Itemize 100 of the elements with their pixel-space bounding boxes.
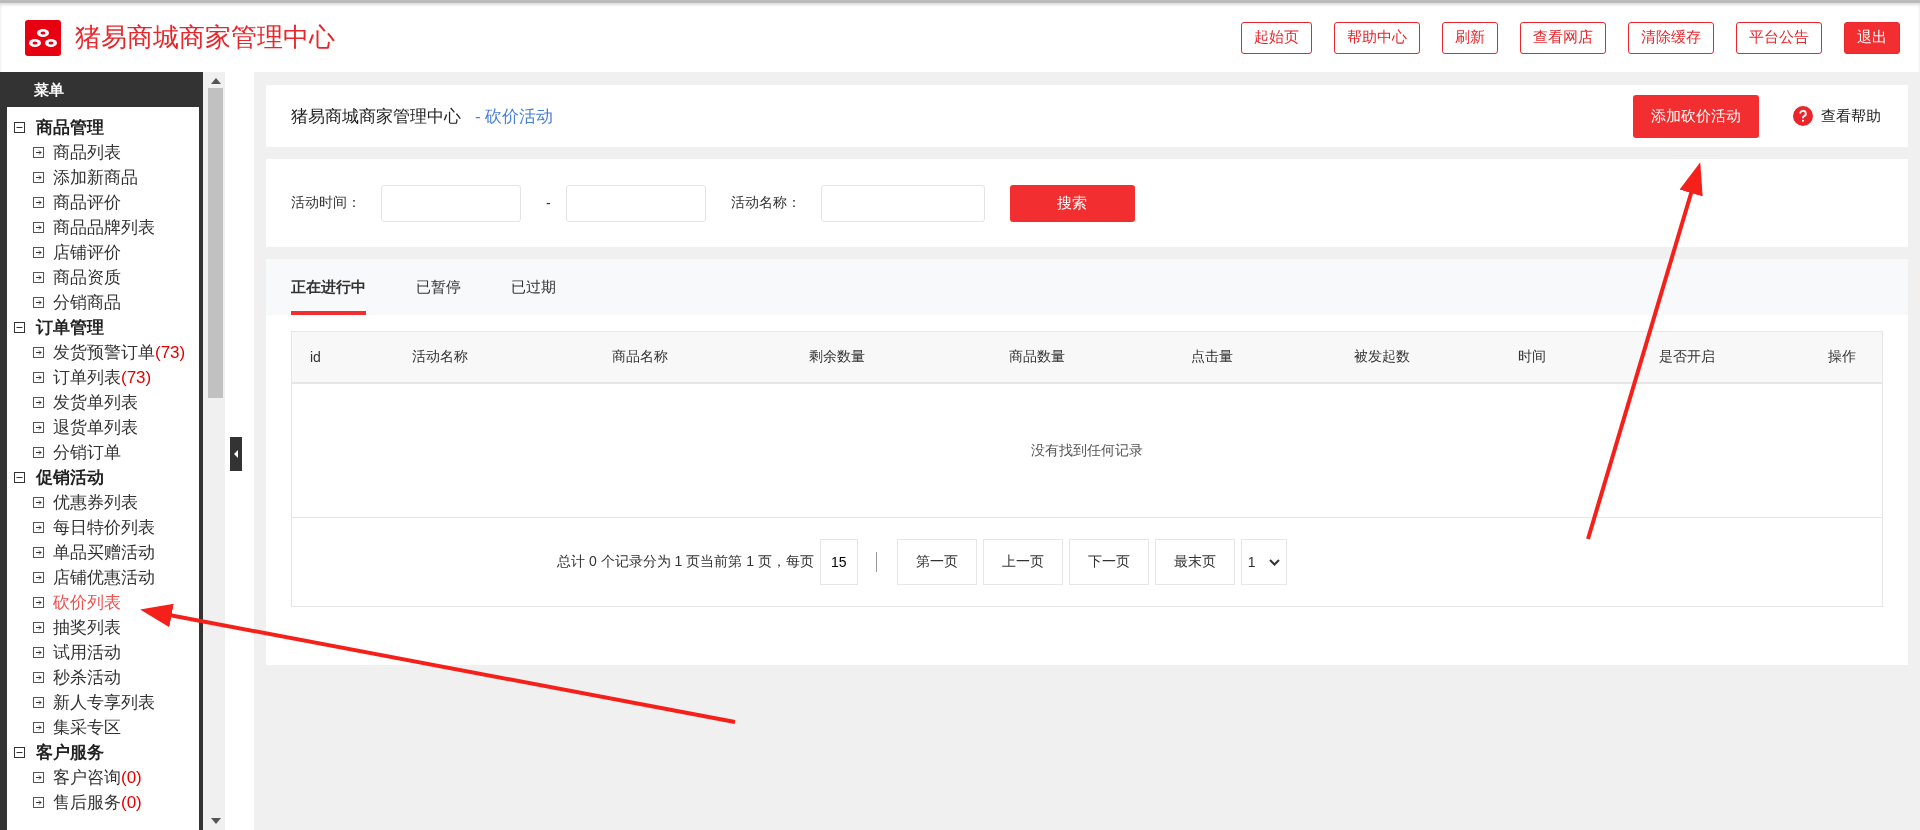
logo-icon [25,19,61,56]
menu-item[interactable]: 售后服务 [53,791,121,814]
start-date-field[interactable] [381,184,521,222]
end-date-field[interactable] [565,184,706,222]
column-header: 点击量 [1190,348,1234,366]
menu-item[interactable]: 订单列表 [53,366,121,389]
item-icon [33,672,44,683]
item-icon [33,522,44,533]
tab[interactable]: 已过期 [511,259,556,315]
header-button[interactable]: 起始页 [1241,21,1312,54]
column-header: 时间 [1517,348,1547,366]
item-icon [33,722,44,733]
menu-item[interactable]: 客户咨询 [53,766,121,789]
help-link[interactable]: 查看帮助 [1821,106,1881,126]
help-icon[interactable] [1793,106,1813,126]
item-icon [33,572,44,583]
item-icon [33,347,44,358]
menu-item[interactable]: 砍价列表 [53,591,121,614]
item-icon [33,397,44,408]
menu-item[interactable]: 优惠券列表 [53,491,138,514]
collapse-handle-icon[interactable] [230,437,243,471]
header-button[interactable]: 清除缓存 [1628,21,1714,54]
column-header: id [309,349,322,365]
scroll-thumb[interactable] [208,88,224,398]
menu-group[interactable]: 促销活动 [36,466,104,489]
name-field[interactable] [820,184,985,222]
tab[interactable]: 已暂停 [416,259,461,315]
item-icon [33,222,44,233]
menu-item[interactable]: 单品买赠活动 [53,541,155,564]
column-header: 剩余数量 [808,348,866,366]
item-icon [33,197,44,208]
item-icon [33,372,44,383]
item-icon [33,147,44,158]
item-count: (0) [121,792,142,813]
breadcrumb-site[interactable]: 猪易商城商家管理中心 [291,104,461,128]
menu-item[interactable]: 试用活动 [53,641,121,664]
menu-title: 菜单 [33,80,65,100]
collapse-icon[interactable] [14,122,25,133]
collapse-icon[interactable] [14,322,25,333]
menu-item[interactable]: 分销商品 [53,291,121,314]
menu-item[interactable]: 商品资质 [53,266,121,289]
menu-item[interactable]: 发货单列表 [53,391,138,414]
menu-item[interactable]: 退货单列表 [53,416,138,439]
collapse-icon[interactable] [14,472,25,483]
header-button[interactable]: 平台公告 [1736,21,1822,54]
scroll-down-icon[interactable] [210,818,221,824]
scroll-up-icon[interactable] [210,78,221,84]
menu-item[interactable]: 商品列表 [53,141,121,164]
menu-item[interactable]: 商品评价 [53,191,121,214]
page-select[interactable]: 1 [1240,539,1287,585]
header-button[interactable]: 刷新 [1442,21,1498,54]
item-icon [33,797,44,808]
chevron-down-icon [1268,558,1280,566]
search-button[interactable]: 搜索 [1009,184,1135,222]
item-icon [33,272,44,283]
column-header: 活动名称 [411,348,469,366]
item-icon [33,547,44,558]
item-count: (0) [121,767,142,788]
item-icon [33,772,44,783]
page-button[interactable]: 第一页 [896,539,977,585]
item-icon [33,497,44,508]
header-button[interactable]: 退出 [1844,21,1900,54]
menu-item[interactable]: 店铺优惠活动 [53,566,155,589]
menu-group[interactable]: 商品管理 [36,116,104,139]
menu-item[interactable]: 商品品牌列表 [53,216,155,239]
menu-item[interactable]: 发货预警订单 [53,341,155,364]
menu-item[interactable]: 新人专享列表 [53,691,155,714]
column-header: 被发起数 [1353,348,1411,366]
collapse-icon[interactable] [14,747,25,758]
menu-item[interactable]: 秒杀活动 [53,666,121,689]
column-header: 是否开启 [1658,348,1716,366]
pagination-summary: 总计 0 个记录分为 1 页当前第 1 页，每页 [557,553,814,571]
menu-group[interactable]: 客户服务 [36,741,104,764]
item-icon [33,597,44,608]
page-button[interactable]: 上一页 [982,539,1063,585]
menu-item[interactable]: 每日特价列表 [53,516,155,539]
header-button[interactable]: 帮助中心 [1334,21,1420,54]
page-size-field[interactable]: 15 [819,539,858,585]
tab[interactable]: 正在进行中 [291,259,366,315]
item-icon [33,622,44,633]
item-icon [33,297,44,308]
menu-item[interactable]: 店铺评价 [53,241,121,264]
breadcrumb-page: - 砍价活动 [475,105,554,128]
add-activity-button[interactable]: 添加砍价活动 [1633,94,1759,138]
header-button[interactable]: 查看网店 [1520,21,1606,54]
item-icon [33,447,44,458]
item-count: (73) [121,367,152,388]
menu-item[interactable]: 分销订单 [53,441,121,464]
page-button[interactable]: 最末页 [1154,539,1235,585]
menu-item[interactable]: 抽奖列表 [53,616,121,639]
page-button[interactable]: 下一页 [1068,539,1149,585]
menu-item[interactable]: 集采专区 [53,716,121,739]
site-title: 猪易商城商家管理中心 [75,21,335,54]
item-icon [33,172,44,183]
column-header: 商品名称 [611,348,669,366]
item-icon [33,422,44,433]
menu-item[interactable]: 添加新商品 [53,166,138,189]
time-label: 活动时间： [291,194,361,212]
item-icon [33,247,44,258]
menu-group[interactable]: 订单管理 [36,316,104,339]
